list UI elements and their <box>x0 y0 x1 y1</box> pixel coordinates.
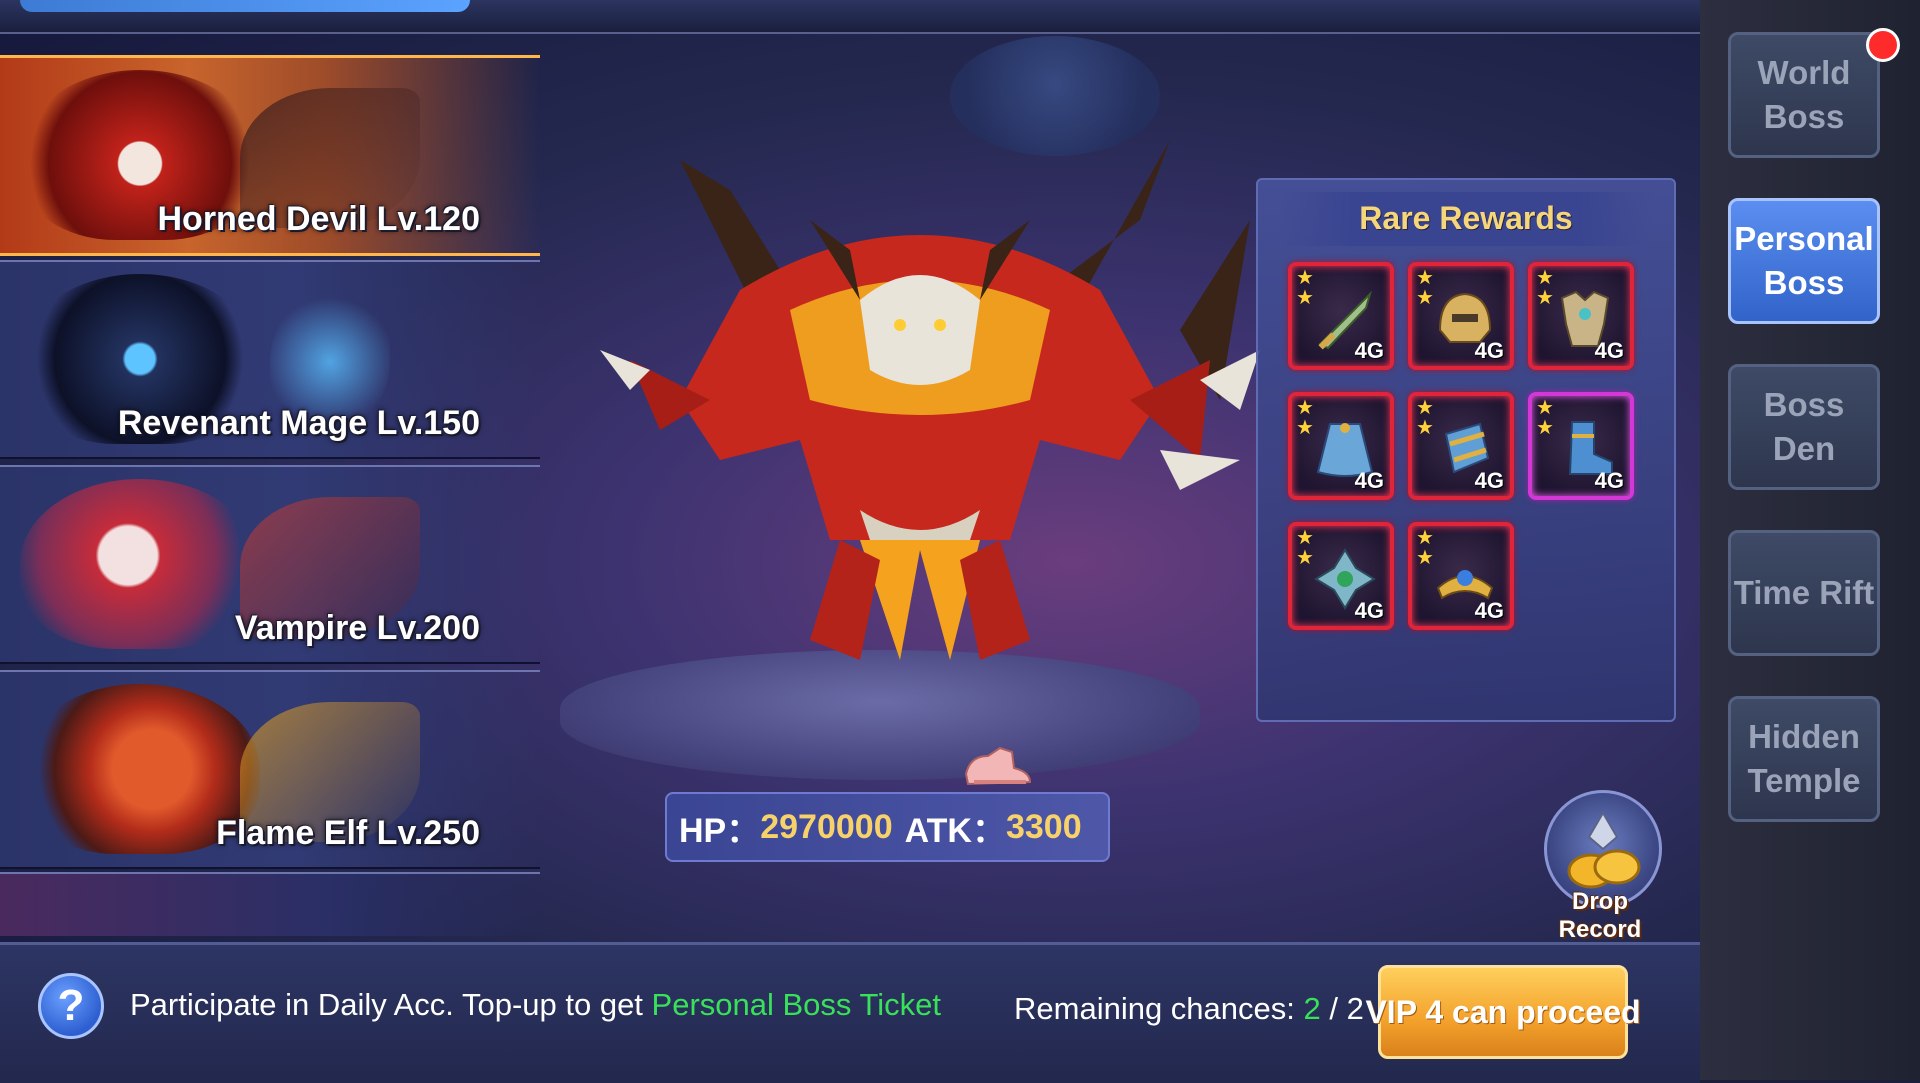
reward-grade: 4G <box>1594 338 1624 363</box>
hp-label: HP： <box>679 811 761 850</box>
reward-grade: 4G <box>1474 338 1504 363</box>
boss-item-label: Vampire Lv.200 <box>234 609 480 647</box>
reward-item-helmet[interactable]: ★ ★ 4G <box>1408 262 1514 370</box>
reward-item-crown[interactable]: ★ ★ 4G <box>1408 522 1514 630</box>
drop-record-button[interactable]: Drop Record <box>1530 790 1670 943</box>
tab-hidden-temple[interactable]: Hidden Temple <box>1728 696 1880 822</box>
boss-item-horned-devil[interactable]: Horned Devil Lv.120 <box>0 55 540 256</box>
reward-item-cloak[interactable]: ★ ★ 4G <box>1288 392 1394 500</box>
vip-proceed-button[interactable]: VIP 4 can proceed <box>1365 965 1641 1059</box>
atk-label: ATK： <box>904 811 1006 850</box>
remaining-chances: Remaining chances: 2 / 2 <box>1014 991 1364 1027</box>
atk-value: 3300 <box>1005 807 1082 846</box>
reward-grade: 4G <box>1474 468 1504 493</box>
tip-text: Participate in Daily Acc. Top-up to get <box>130 987 652 1022</box>
boss-item-label: Horned Devil Lv.120 <box>157 200 481 238</box>
chances-separator: / <box>1320 991 1347 1026</box>
tab-personal-boss[interactable]: Personal Boss <box>1728 198 1880 324</box>
notification-dot-icon <box>1866 28 1900 62</box>
top-strip <box>0 0 1700 34</box>
tab-time-rift[interactable]: Time Rift <box>1728 530 1880 656</box>
ticket-link[interactable]: Personal Boss Ticket <box>652 987 941 1022</box>
hp-value: 2970000 <box>760 807 893 846</box>
boss-mode-tabs: World Boss Personal Boss Boss Den Time R… <box>1700 0 1920 1080</box>
main-panel: Horned Devil Lv.120 Revenant Mage Lv.150… <box>0 0 1700 1083</box>
top-tab-edge <box>20 0 470 12</box>
tab-boss-den[interactable]: Boss Den <box>1728 364 1880 490</box>
boss-item-partial[interactable] <box>0 872 540 936</box>
boss-item-label: Flame Elf Lv.250 <box>216 814 480 852</box>
reward-item-bracer[interactable]: ★ ★ 4G <box>1408 392 1514 500</box>
boss-item-revenant-mage[interactable]: Revenant Mage Lv.150 <box>0 260 540 459</box>
chances-total: 2 <box>1346 991 1364 1026</box>
top-up-tip: Participate in Daily Acc. Top-up to get … <box>130 987 941 1023</box>
reward-grade: 4G <box>1474 598 1504 623</box>
drop-record-label: Drop Record <box>1558 888 1642 943</box>
reward-grade: 4G <box>1354 468 1384 493</box>
boss-item-label: Revenant Mage Lv.150 <box>117 404 480 442</box>
rewards-title: Rare Rewards <box>1359 200 1573 236</box>
reward-grade: 4G <box>1354 598 1384 623</box>
reward-item-sword[interactable]: ★ ★ 4G <box>1288 262 1394 370</box>
boss-stats-bar: HP： 2970000 ATK： 3300 <box>665 792 1110 862</box>
bottom-bar: ? Participate in Daily Acc. Top-up to ge… <box>0 942 1700 1083</box>
chances-label: Remaining chances: <box>1014 991 1304 1026</box>
boss-item-flame-elf[interactable]: Flame Elf Lv.250 <box>0 670 540 869</box>
horned-devil-figure <box>600 140 1260 660</box>
vampire-portrait <box>20 479 260 649</box>
help-button[interactable]: ? <box>38 973 104 1039</box>
boss-item-vampire[interactable]: Vampire Lv.200 <box>0 465 540 664</box>
reward-grade: 4G <box>1354 338 1384 363</box>
reward-item-boots[interactable]: ★ ★ 4G <box>1528 392 1634 500</box>
rare-rewards-panel: Rare Rewards ★★ 4G ★★ 4G ★★ 4G ★★ 4G <box>1256 178 1676 722</box>
reward-grade: 4G <box>1594 468 1624 493</box>
reward-item-amulet[interactable]: ★ ★ 4G <box>1288 522 1394 630</box>
boots-icon <box>964 746 1032 786</box>
reward-item-armor[interactable]: ★ ★ 4G <box>1528 262 1634 370</box>
reward-grid: ★ ★ 4G ★ ★ 4G ★ ★ 4G ★ ★ 4G ★ ★ 4G ★ ★ 4… <box>1288 262 1648 630</box>
chances-current: 2 <box>1303 991 1321 1026</box>
tab-world-boss[interactable]: World Boss <box>1728 32 1880 158</box>
